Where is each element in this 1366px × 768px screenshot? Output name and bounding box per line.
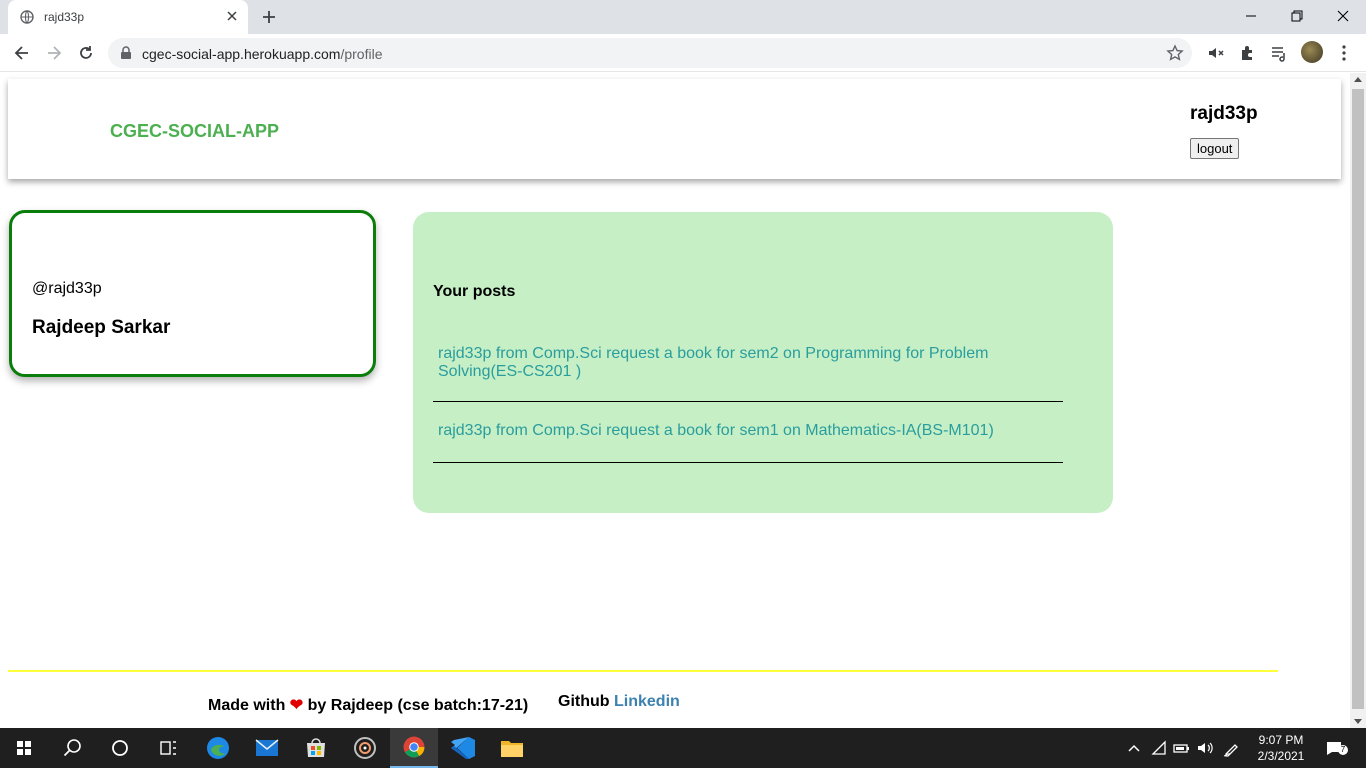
github-link[interactable]: Github (558, 693, 610, 710)
page-viewport: CGEC-SOCIAL-APP rajd33p logout @rajd33p … (0, 73, 1350, 728)
windows-start-icon[interactable] (0, 728, 48, 768)
clock-time: 9:07 PM (1258, 733, 1304, 747)
back-icon[interactable] (12, 43, 32, 63)
url-host: cgec-social-app.herokuapp.com (142, 46, 341, 62)
scroll-up-arrow-icon[interactable] (1354, 77, 1362, 82)
battery-icon[interactable] (1171, 738, 1191, 758)
post-item: rajd33p from Comp.Sci request a book for… (433, 402, 1063, 463)
scroll-down-arrow-icon[interactable] (1354, 719, 1362, 724)
profile-full-name: Rajdeep Sarkar (32, 317, 171, 338)
page-scrollbar[interactable] (1350, 73, 1366, 728)
header-username: rajd33p (1190, 103, 1258, 124)
post-link[interactable]: rajd33p from Comp.Sci request a book for… (433, 344, 1063, 381)
windows-taskbar: 9:07 PM 2/3/2021 7 (0, 728, 1366, 768)
search-icon[interactable] (48, 728, 96, 768)
browser-tabstrip: rajd33p (0, 0, 1366, 34)
posts-panel: Your posts rajd33p from Comp.Sci request… (413, 212, 1113, 513)
volume-icon[interactable] (1195, 738, 1215, 758)
clock-date: 2/3/2021 (1257, 749, 1305, 763)
profile-avatar[interactable] (1301, 41, 1323, 63)
edge-browser-icon[interactable] (194, 728, 242, 768)
address-bar[interactable]: cgec-social-app.herokuapp.com/profile (108, 38, 1192, 68)
cortana-icon[interactable] (96, 728, 144, 768)
footer-made-prefix: Made with (208, 697, 286, 714)
footer-made-suffix: by Rajdeep (cse batch:17-21) (307, 697, 529, 714)
site-brand[interactable]: CGEC-SOCIAL-APP (110, 121, 279, 142)
browser-toolbar: cgec-social-app.herokuapp.com/profile (0, 34, 1366, 72)
footer-credit: Made with ❤ by Rajdeep (cse batch:17-21) (208, 695, 528, 715)
close-tab-icon[interactable] (224, 8, 240, 24)
heart-icon: ❤ (289, 697, 304, 714)
minimize-icon[interactable] (1241, 6, 1261, 26)
scrollbar-thumb[interactable] (1352, 89, 1364, 709)
notification-count-badge: 7 (1338, 745, 1348, 755)
profile-handle: @rajd33p (32, 280, 102, 297)
muted-speaker-icon[interactable] (1206, 43, 1226, 63)
url-text[interactable]: cgec-social-app.herokuapp.com/profile (142, 46, 382, 62)
tab-title: rajd33p (44, 10, 85, 24)
browser-menu-icon[interactable] (1334, 43, 1354, 63)
taskbar-clock[interactable]: 9:07 PM 2/3/2021 (1252, 732, 1310, 764)
media-player-icon[interactable] (341, 728, 389, 768)
mail-icon[interactable] (243, 728, 291, 768)
new-tab-icon[interactable] (260, 8, 278, 26)
media-queue-icon[interactable] (1269, 43, 1289, 63)
linkedin-link[interactable]: Linkedin (614, 693, 680, 710)
browser-tab[interactable]: rajd33p (8, 0, 248, 34)
extensions-puzzle-icon[interactable] (1238, 43, 1258, 63)
chrome-icon[interactable] (390, 728, 438, 768)
store-icon[interactable] (292, 728, 340, 768)
chevron-up-icon[interactable] (1124, 738, 1144, 758)
bookmark-star-icon[interactable] (1166, 44, 1184, 62)
site-header: CGEC-SOCIAL-APP rajd33p logout (8, 79, 1341, 179)
profile-card: @rajd33p Rajdeep Sarkar (9, 210, 376, 377)
post-item: rajd33p from Comp.Sci request a book for… (433, 344, 1063, 402)
network-icon[interactable] (1149, 738, 1169, 758)
globe-icon (20, 10, 34, 24)
pen-workspace-icon[interactable] (1222, 738, 1242, 758)
logout-button[interactable]: logout (1190, 138, 1240, 159)
restore-icon[interactable] (1287, 6, 1307, 26)
reload-icon[interactable] (76, 43, 96, 63)
lock-icon[interactable] (120, 46, 132, 60)
close-window-icon[interactable] (1333, 6, 1353, 26)
posts-heading: Your posts (433, 283, 516, 300)
vscode-icon[interactable] (439, 728, 487, 768)
file-explorer-icon[interactable] (488, 728, 536, 768)
url-path: /profile (340, 46, 383, 62)
post-link[interactable]: rajd33p from Comp.Sci request a book for… (433, 402, 1063, 440)
forward-icon[interactable] (44, 43, 64, 63)
footer-divider (8, 670, 1278, 672)
task-view-icon[interactable] (144, 728, 192, 768)
footer-links: Github Linkedin (558, 693, 680, 711)
